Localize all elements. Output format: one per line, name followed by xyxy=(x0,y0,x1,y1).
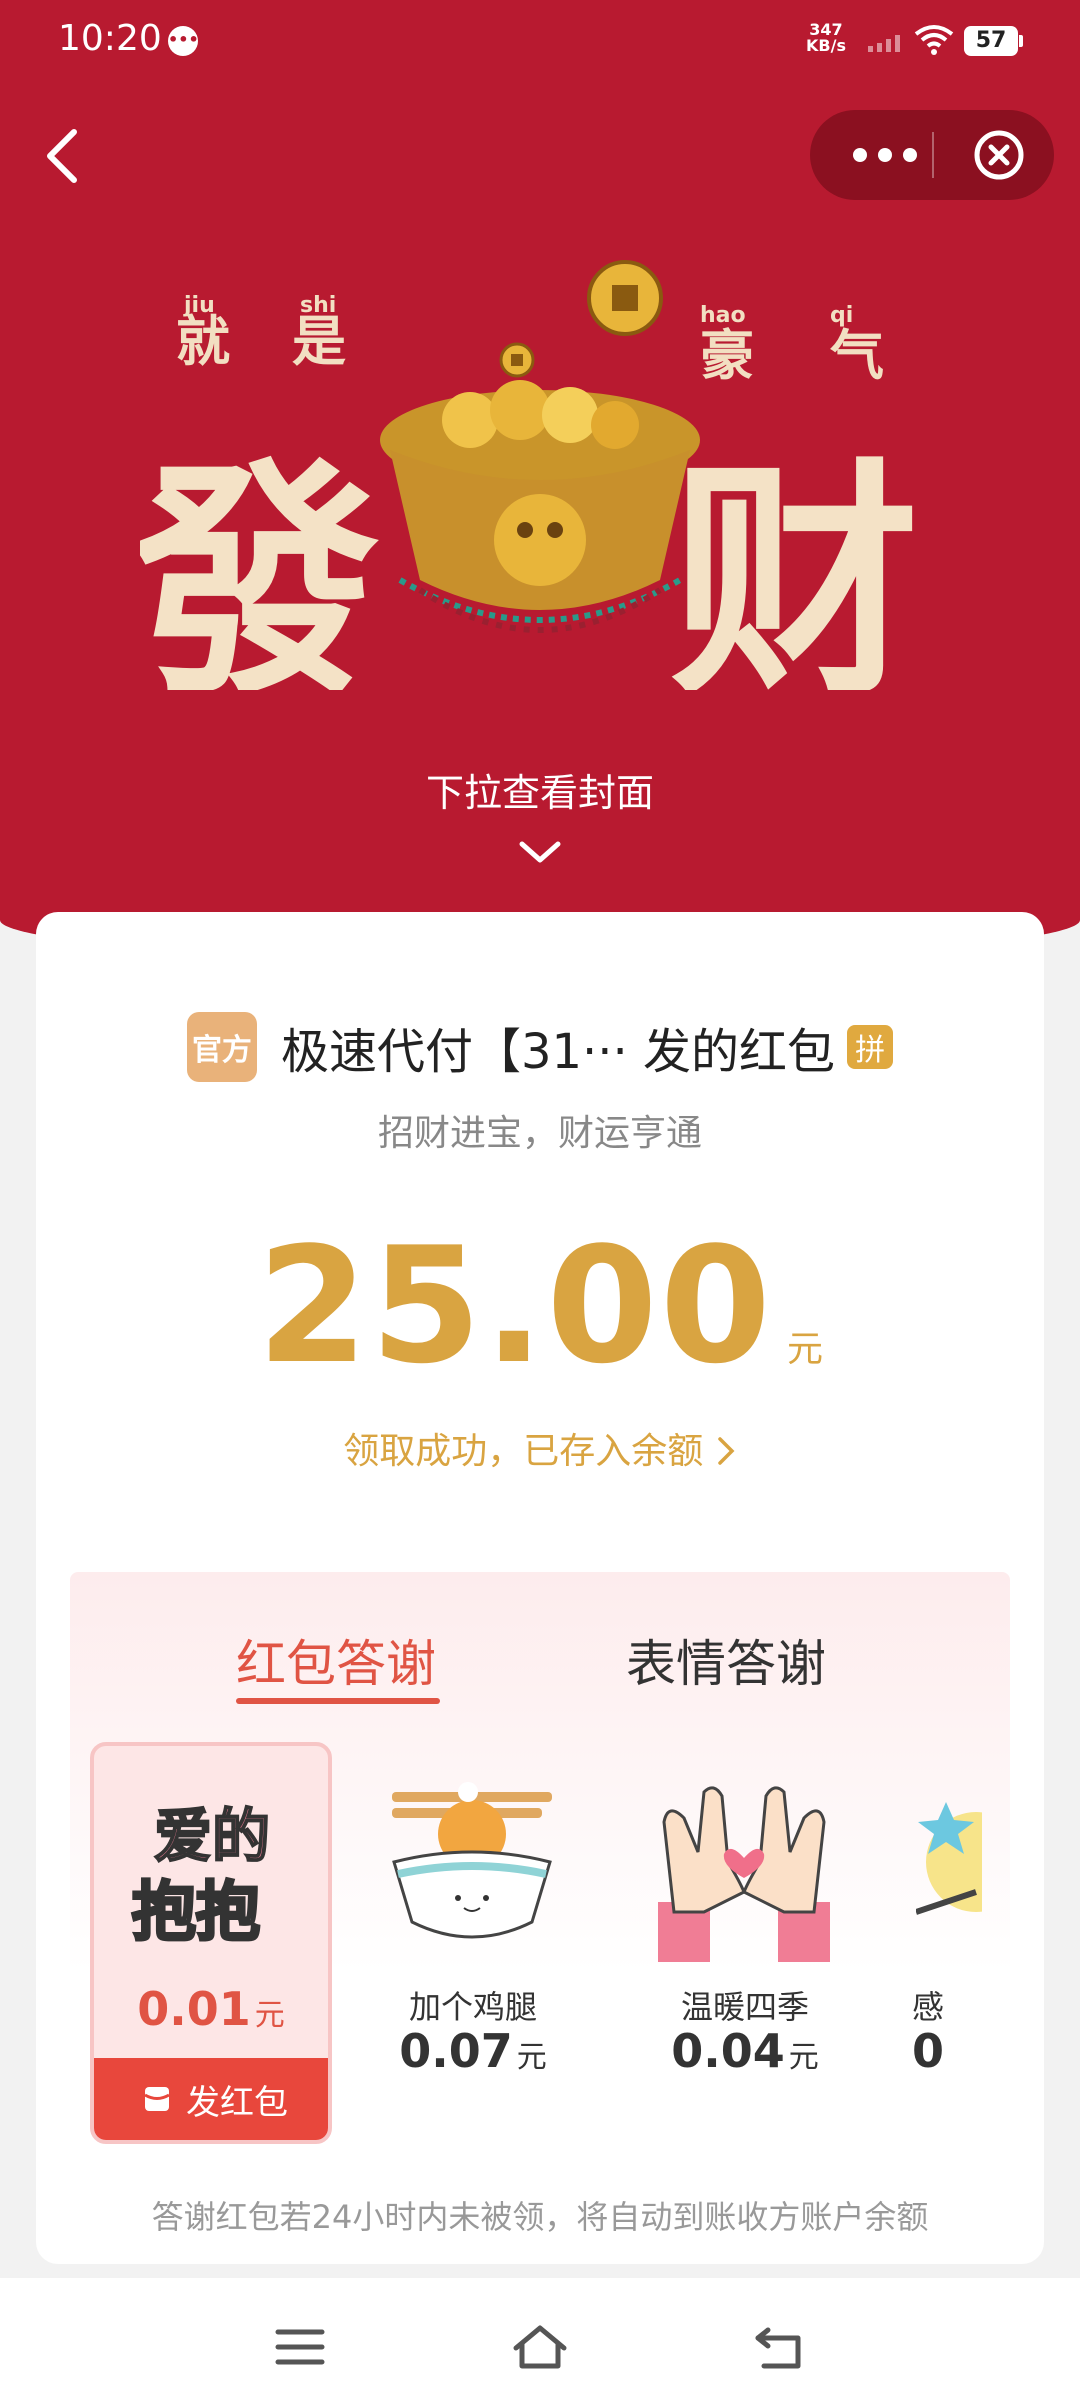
system-nav-bar xyxy=(0,2278,1080,2408)
menu-icon[interactable] xyxy=(270,2322,330,2372)
gift-price-unit: 元 xyxy=(254,1998,285,2033)
gift-price: 0 xyxy=(896,2024,982,2078)
gift-item-hug[interactable]: 爱的 抱抱 0.01 元 发红包 xyxy=(90,1742,332,2144)
gift-item-partial[interactable]: 感 0 xyxy=(896,1742,982,2144)
amount-value: 25.00 xyxy=(256,1212,774,1399)
send-red-packet-button[interactable]: 发红包 xyxy=(94,2058,328,2140)
char-jiu: 就 xyxy=(176,310,230,373)
amount-unit: 元 xyxy=(787,1329,824,1370)
gift-list: 爱的 抱抱 0.01 元 发红包 加个鸡腿 0.07 元 温暖四季 0.04 元… xyxy=(70,1742,982,2162)
signal-icon xyxy=(868,35,900,52)
tab-red-packet-thanks[interactable]: 红包答谢 xyxy=(236,1624,436,1696)
treasure-bowl-icon xyxy=(380,380,700,633)
gold-coin-icon xyxy=(499,260,663,378)
gift-name: 感 xyxy=(912,1988,945,2026)
heart-hands-icon xyxy=(658,1786,830,1962)
back-button[interactable] xyxy=(34,120,94,190)
char-cai: 财 xyxy=(670,438,920,690)
gift-name: 温暖四季 xyxy=(680,1988,809,2026)
gift-price-value: 0.07 xyxy=(399,2024,513,2078)
back-nav-icon[interactable] xyxy=(750,2322,810,2372)
capsule-divider xyxy=(932,132,934,178)
gift-price-unit: 元 xyxy=(788,2040,819,2075)
char-qi: 气 xyxy=(830,324,884,387)
wifi-icon xyxy=(914,25,954,55)
rice-bowl-drumstick-icon xyxy=(392,1782,552,1939)
hug-sticker-icon: 爱的 抱抱 xyxy=(131,1801,272,1952)
gift-item-drumstick[interactable]: 加个鸡腿 0.07 元 xyxy=(352,1742,594,2144)
red-packet-card: 官方 极速代付【31··· 发的红包 拼 招财进宝，财运亨通 25.00 元 领取… xyxy=(36,912,1044,2264)
gift-price-value: 0.01 xyxy=(137,1982,251,2036)
hug-sticker-line-1: 爱的 xyxy=(154,1802,270,1870)
sender-row[interactable]: 官方 极速代付【31··· 发的红包 拼 xyxy=(36,1004,1044,1090)
char-hao: 豪 xyxy=(700,324,754,387)
status-time: 10:20 xyxy=(58,18,162,59)
gift-price-unit: 元 xyxy=(516,2040,547,2075)
network-speed: 347 KB/s xyxy=(806,22,846,54)
more-icon[interactable] xyxy=(850,140,920,170)
close-icon[interactable] xyxy=(972,128,1026,182)
chevron-down-icon xyxy=(519,841,561,863)
blessing-text: 招财进宝，财运亨通 xyxy=(377,1113,702,1154)
hug-sticker-line-2: 抱抱 xyxy=(132,1876,260,1950)
chevron-right-icon xyxy=(717,1437,735,1465)
message-notification-icon: ••• xyxy=(168,26,199,56)
send-button-label: 发红包 xyxy=(186,2082,288,2123)
balance-link[interactable]: 领取成功，已存入余额 xyxy=(36,1422,1044,1474)
thanks-footnote: 答谢红包若24小时内未被领，将自动到账收方账户余额 xyxy=(151,2198,929,2236)
red-packet-icon xyxy=(144,2087,170,2111)
sender-avatar[interactable]: 官方 xyxy=(186,1012,257,1082)
gift-price: 0.07 元 xyxy=(352,2024,594,2078)
red-packet-detail-page: 10:20 ••• 347 KB/s 57 jiu shi 就 是 hao qi… xyxy=(0,0,1080,2408)
gift-price: 0.04 元 xyxy=(624,2024,866,2078)
pull-down-hint: 下拉查看封面 xyxy=(425,771,654,815)
active-tab-indicator xyxy=(236,1698,440,1704)
network-speed-unit: KB/s xyxy=(806,36,846,55)
gift-price-value: 0 xyxy=(912,2024,945,2078)
balance-link-label: 领取成功，已存入余额 xyxy=(343,1431,704,1472)
sender-name: 极速代付【31··· 发的红包 xyxy=(280,1024,836,1080)
home-icon[interactable] xyxy=(510,2322,570,2372)
gift-item-warm-seasons[interactable]: 温暖四季 0.04 元 xyxy=(624,1742,866,2144)
mini-program-capsule xyxy=(810,110,1054,200)
thanks-panel: 红包答谢 表情答谢 爱的 抱抱 0.01 元 发红包 加个鸡腿 0.07 元 温… xyxy=(70,1572,1010,2192)
cover-header[interactable]: 10:20 ••• 347 KB/s 57 jiu shi 就 是 hao qi… xyxy=(0,0,1080,960)
status-bar: 10:20 ••• 347 KB/s 57 xyxy=(0,0,1080,84)
char-shi: 是 xyxy=(292,310,346,373)
battery-icon: 57 xyxy=(964,26,1023,56)
group-buy-badge: 拼 xyxy=(847,1025,894,1069)
gift-name: 加个鸡腿 xyxy=(408,1988,537,2026)
tab-sticker-thanks[interactable]: 表情答谢 xyxy=(626,1624,826,1696)
gift-price-value: 0.04 xyxy=(671,2024,785,2078)
gift-price: 0.01 元 xyxy=(94,1982,328,2036)
amount: 25.00 元 xyxy=(36,1212,1044,1399)
char-fa: 發 xyxy=(140,438,380,690)
cover-artwork: jiu shi 就 是 hao qi 豪 气 發 财 xyxy=(140,260,920,690)
star-character-icon xyxy=(916,1802,982,1915)
